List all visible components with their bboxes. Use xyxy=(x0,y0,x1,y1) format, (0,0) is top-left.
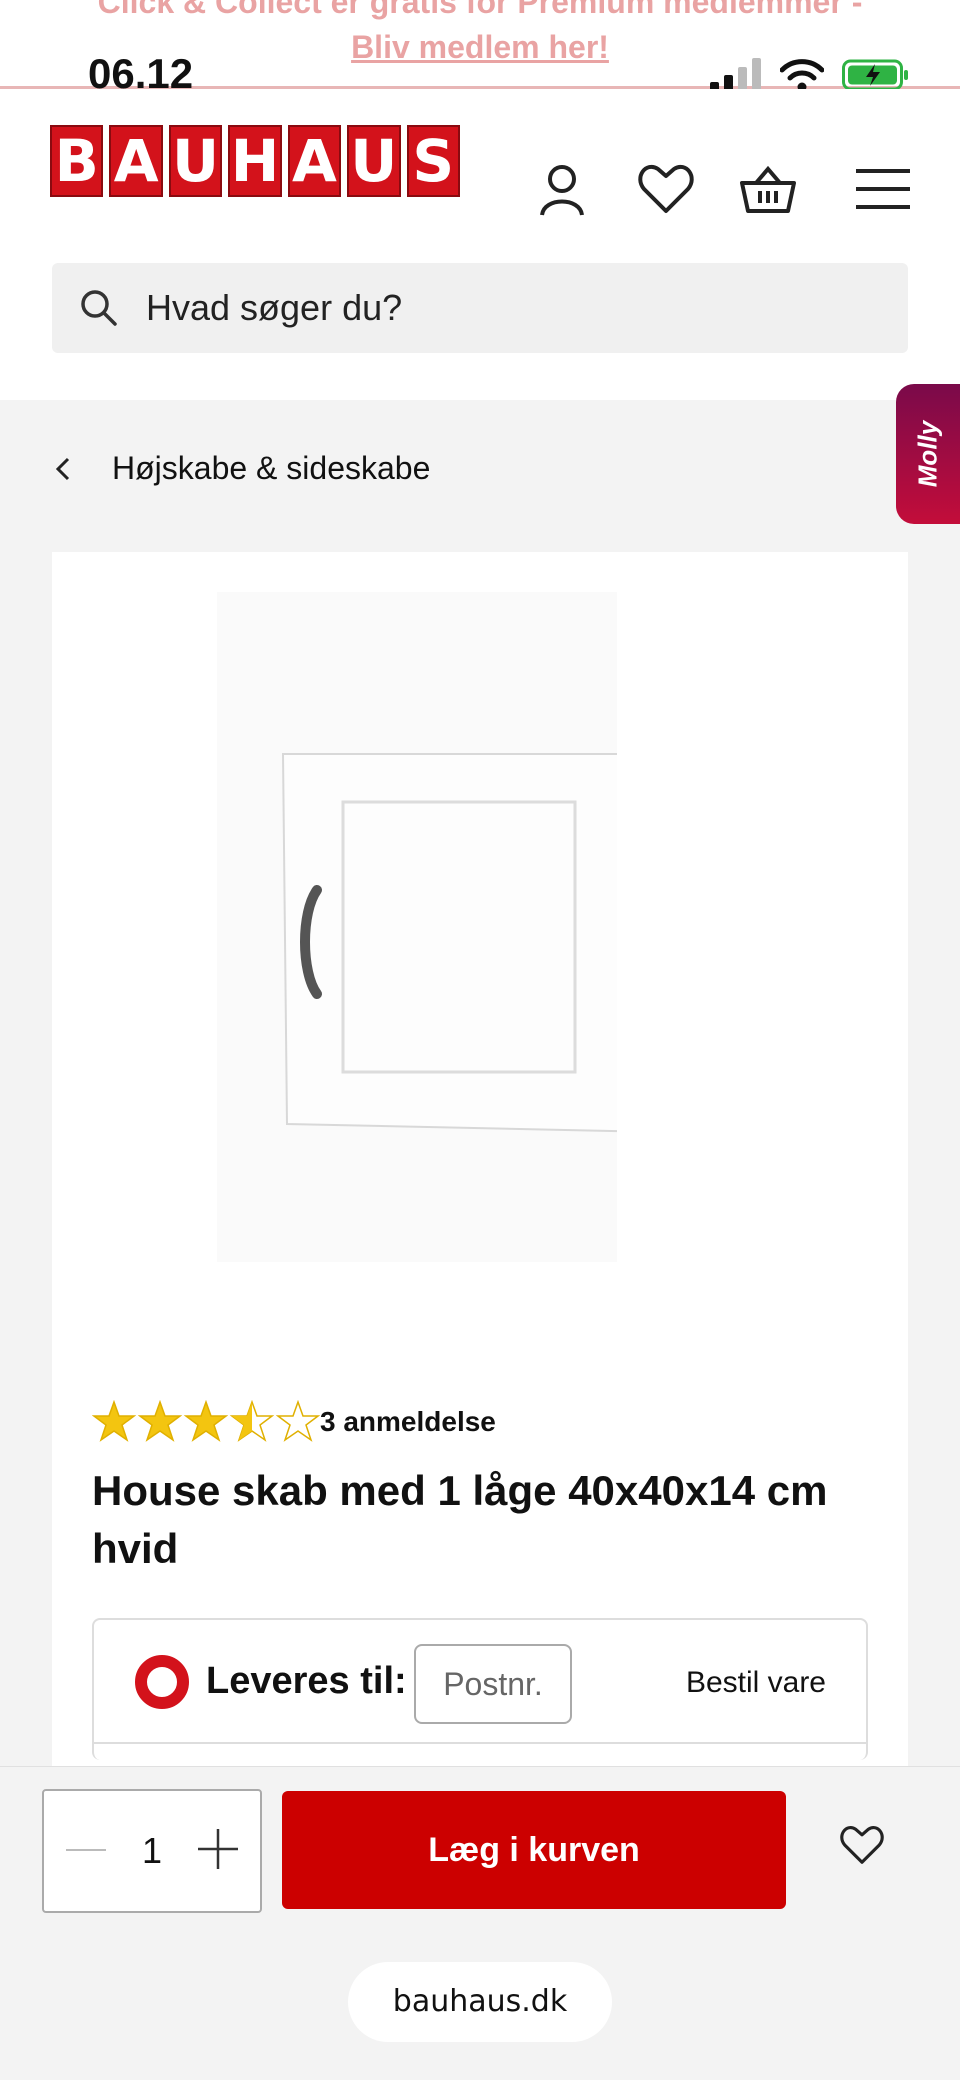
postnr-input[interactable]: Postnr. xyxy=(414,1644,572,1724)
product-card: 3 anmeldelse House skab med 1 låge 40x40… xyxy=(52,552,908,1792)
basket-icon[interactable] xyxy=(738,159,798,219)
cart-bar: 1 Læg i kurven bauhaus.dk xyxy=(0,1766,960,2080)
site-header: B A U H A U S Hvad søger du? xyxy=(0,89,960,400)
delivery-ring-icon xyxy=(135,1655,189,1709)
search-input[interactable]: Hvad søger du? xyxy=(52,263,908,353)
add-to-cart-button[interactable]: Læg i kurven xyxy=(282,1791,786,1909)
promo-text: Click & Collect er gratis for Premium me… xyxy=(97,0,863,20)
star-icon xyxy=(138,1400,182,1442)
status-icons xyxy=(710,58,910,92)
star-empty-icon xyxy=(276,1400,320,1442)
logo-letter: U xyxy=(168,125,223,197)
menu-icon[interactable] xyxy=(852,159,912,219)
star-icon xyxy=(92,1400,136,1442)
plus-button[interactable] xyxy=(198,1829,238,1869)
bauhaus-logo[interactable]: B A U H A U S xyxy=(50,125,460,197)
logo-letter: A xyxy=(109,125,163,197)
heart-icon[interactable] xyxy=(636,159,696,219)
chevron-left-icon xyxy=(55,457,70,480)
delivery-label: Leveres til: xyxy=(206,1660,407,1702)
star-half-icon xyxy=(230,1400,274,1442)
breadcrumb[interactable]: Højskabe & sideskabe xyxy=(52,450,430,487)
search-icon xyxy=(81,290,117,326)
user-icon[interactable] xyxy=(532,159,592,219)
signal-icon xyxy=(710,58,761,92)
logo-letter: H xyxy=(228,125,282,197)
molly-chat-tab[interactable]: Molly xyxy=(896,384,960,524)
breadcrumb-label: Højskabe & sideskabe xyxy=(112,450,431,486)
logo-letter: S xyxy=(406,125,460,197)
battery-icon xyxy=(842,59,908,91)
star-icon xyxy=(184,1400,228,1442)
reviews-count[interactable]: 3 anmeldelse xyxy=(320,1406,496,1438)
favorite-heart-icon[interactable] xyxy=(838,1823,886,1867)
url-bar[interactable]: bauhaus.dk xyxy=(348,1962,612,2042)
delivery-box: Leveres til: Postnr. Bestil vare xyxy=(92,1618,868,1760)
logo-letter: B xyxy=(50,125,104,197)
product-title: House skab med 1 låge 40x40x14 cm hvid xyxy=(92,1467,828,1572)
quantity-stepper[interactable]: 1 xyxy=(42,1789,262,1913)
wifi-icon xyxy=(780,59,824,92)
product-image[interactable] xyxy=(217,592,617,1262)
molly-label: Molly xyxy=(912,420,943,488)
rating-stars[interactable] xyxy=(92,1400,320,1442)
order-text: Bestil vare xyxy=(685,1666,826,1699)
search-placeholder: Hvad søger du? xyxy=(146,287,403,328)
logo-letter: U xyxy=(347,125,401,197)
logo-letter: A xyxy=(287,125,342,197)
delivery-divider xyxy=(94,1742,866,1744)
